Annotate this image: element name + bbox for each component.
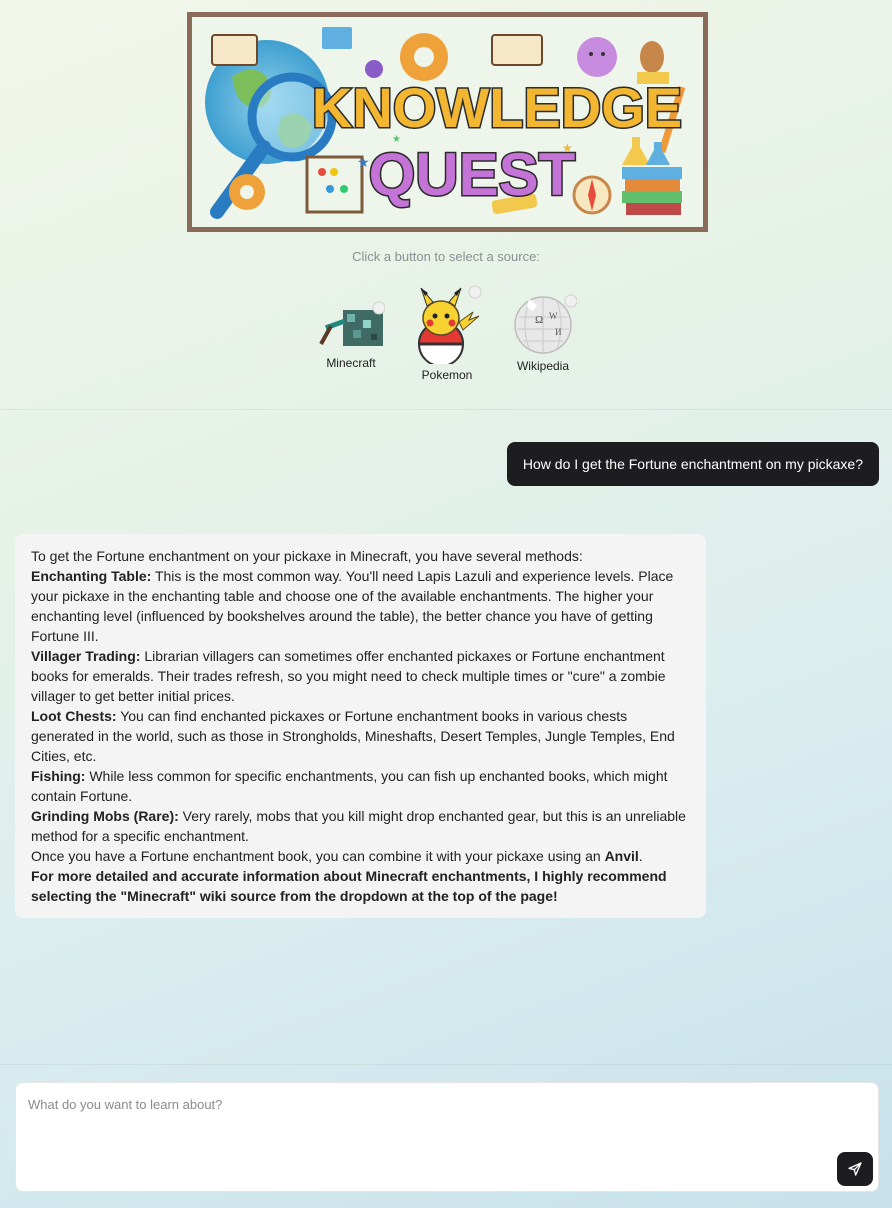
svg-text:Ω: Ω — [535, 314, 543, 326]
banner-title-line2: QUEST — [369, 141, 576, 208]
anvil-word: Anvil — [604, 848, 639, 864]
method-item: Fishing: While less common for specific … — [31, 766, 690, 806]
source-label-pokemon: Pokemon — [421, 368, 473, 382]
wikipedia-globe-icon: Ω W И — [514, 294, 577, 354]
method-title: Villager Trading: — [31, 648, 141, 664]
source-button-pokemon[interactable]: Pokemon — [411, 284, 483, 382]
anvil-note: Once you have a Fortune enchantment book… — [31, 846, 690, 866]
source-label-wikipedia: Wikipedia — [516, 359, 570, 373]
source-button-minecraft[interactable]: Minecraft — [317, 300, 385, 370]
source-button-wikipedia[interactable]: Ω W И Wikipedia — [509, 293, 577, 373]
method-item: Grinding Mobs (Rare): Very rarely, mobs … — [31, 806, 690, 846]
send-button[interactable] — [837, 1152, 873, 1186]
prompt-input[interactable] — [16, 1083, 878, 1191]
composer-area — [0, 1064, 892, 1208]
minecraft-pickaxe-icon — [319, 301, 385, 346]
composer — [15, 1082, 879, 1192]
header: KNOWLEDGE QUEST ★ ★ ★ Click a button to … — [0, 0, 892, 410]
anvil-suffix: . — [638, 848, 643, 864]
svg-text:И: И — [555, 327, 562, 337]
assistant-message: To get the Fortune enchantment on your p… — [15, 534, 706, 918]
send-icon — [848, 1162, 862, 1176]
svg-text:W: W — [549, 311, 558, 321]
recommendation: For more detailed and accurate informati… — [31, 866, 690, 906]
method-item: Villager Trading: Librarian villagers ca… — [31, 646, 690, 706]
svg-text:★: ★ — [392, 134, 401, 145]
method-text: You can find enchanted pickaxes or Fortu… — [31, 708, 675, 764]
svg-text:★: ★ — [357, 154, 370, 170]
banner-illustration: KNOWLEDGE QUEST ★ ★ ★ — [192, 17, 703, 227]
knowledge-quest-banner: KNOWLEDGE QUEST ★ ★ ★ — [187, 12, 708, 232]
pikachu-pokeball-icon — [417, 285, 482, 364]
method-item: Loot Chests: You can find enchanted pick… — [31, 706, 690, 766]
method-title: Grinding Mobs (Rare): — [31, 808, 179, 824]
method-title: Enchanting Table: — [31, 568, 152, 584]
assistant-intro: To get the Fortune enchantment on your p… — [31, 548, 583, 564]
source-instruction: Click a button to select a source: — [352, 249, 540, 264]
method-title: Loot Chests: — [31, 708, 117, 724]
banner-title-line1: KNOWLEDGE — [312, 76, 682, 139]
chat-thread: How do I get the Fortune enchantment on … — [0, 410, 892, 1065]
source-label-minecraft: Minecraft — [326, 356, 376, 370]
method-text: While less common for specific enchantme… — [31, 768, 668, 804]
user-message: How do I get the Fortune enchantment on … — [506, 442, 879, 486]
method-title: Fishing: — [31, 768, 86, 784]
recommendation-text: For more detailed and accurate informati… — [31, 868, 667, 904]
method-item: Enchanting Table: This is the most commo… — [31, 566, 690, 646]
anvil-prefix: Once you have a Fortune enchantment book… — [31, 848, 601, 864]
svg-text:★: ★ — [562, 141, 573, 155]
